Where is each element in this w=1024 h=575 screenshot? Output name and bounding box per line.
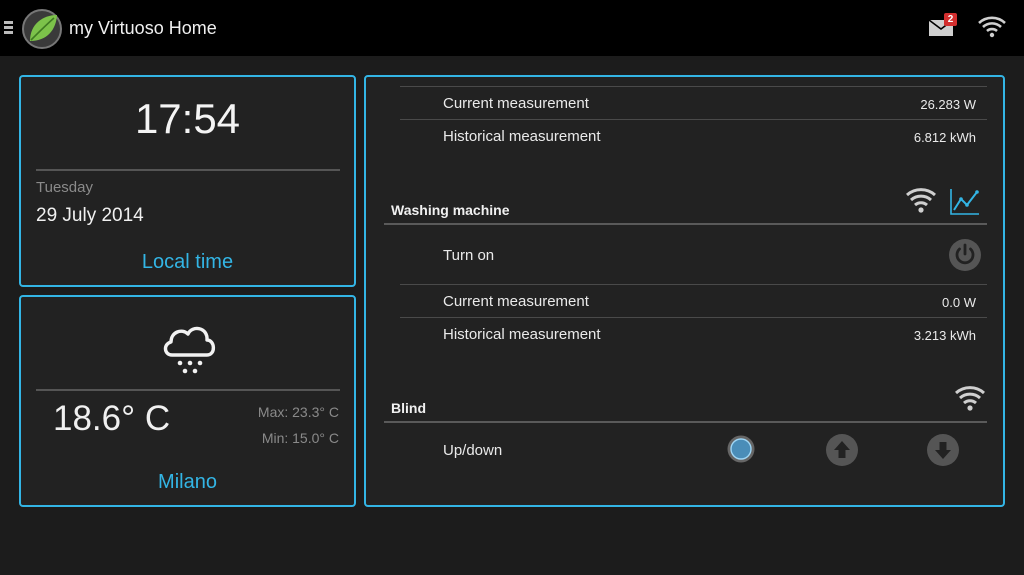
- clock-time: 17:54: [134, 95, 241, 142]
- notification-badge: 2: [944, 13, 957, 26]
- wifi-icon: [978, 16, 1006, 38]
- row-separator: [400, 86, 987, 87]
- row-separator: [400, 284, 987, 285]
- divider: [36, 169, 340, 171]
- action-bar: my Virtuoso Home 2: [0, 0, 1024, 56]
- weekday: Tuesday: [36, 179, 93, 196]
- city-name: Milano: [158, 471, 217, 493]
- turn-on-label: Turn on: [443, 247, 495, 264]
- wifi-icon: [955, 386, 985, 411]
- historical-measurement-value: 3.213 kWh: [913, 328, 976, 343]
- stop-button[interactable]: [726, 434, 756, 464]
- clock-card[interactable]: 17:54 Tuesday 29 July 2014 Local time: [19, 75, 356, 287]
- app-title: my Virtuoso Home: [69, 18, 217, 38]
- weather-card[interactable]: 18.6° C Max: 23.3° C Min: 15.0° C Milano: [19, 295, 356, 507]
- wifi-icon: [906, 188, 936, 213]
- row-separator: [400, 317, 987, 318]
- row-separator: [400, 119, 987, 120]
- up-down-label: Up/down: [443, 442, 503, 459]
- date: 29 July 2014: [36, 205, 144, 226]
- section-divider: [384, 223, 987, 225]
- divider: [36, 389, 340, 391]
- temperature-max: Max: 23.3° C: [257, 404, 339, 420]
- historical-measurement-value: 6.812 kWh: [913, 130, 976, 145]
- menu-icon[interactable]: [4, 21, 14, 35]
- rain-cloud-icon: [163, 326, 216, 374]
- leaf-logo-icon[interactable]: [21, 8, 63, 50]
- historical-measurement-label: Historical measurement: [443, 326, 601, 343]
- arrow-down-button[interactable]: [926, 433, 960, 467]
- section-divider: [384, 421, 987, 423]
- current-measurement-label: Current measurement: [443, 293, 589, 310]
- section-title-washing-machine: Washing machine: [391, 202, 510, 218]
- temperature: 18.6° C: [53, 399, 171, 438]
- current-measurement-label: Current measurement: [443, 95, 589, 112]
- local-time-label: Local time: [141, 251, 234, 273]
- devices-card: Current measurement 26.283 W Historical …: [364, 75, 1005, 507]
- arrow-up-button[interactable]: [825, 433, 859, 467]
- power-button[interactable]: [948, 238, 982, 272]
- temperature-min: Min: 15.0° C: [261, 430, 339, 446]
- current-measurement-value: 26.283 W: [920, 97, 976, 112]
- current-measurement-value: 0.0 W: [942, 295, 976, 310]
- chart-icon[interactable]: [949, 187, 981, 217]
- historical-measurement-label: Historical measurement: [443, 128, 601, 145]
- section-title-blind: Blind: [391, 400, 426, 416]
